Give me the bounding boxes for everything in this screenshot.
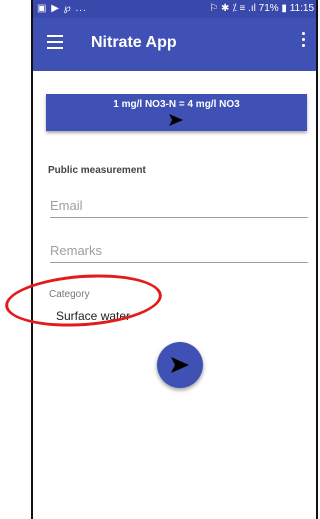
more-vert-icon[interactable] xyxy=(302,32,306,50)
menu-icon[interactable] xyxy=(47,35,63,49)
app-bar: Nitrate App xyxy=(33,18,316,71)
status-bar: ▣ ▶ ℘ ... ⚐ ✱ ⁒ ≡ .ıl 71% ▮ 11:15 xyxy=(33,0,316,18)
conversion-text: 1 mg/l NO3-N = 4 mg/l NO3 xyxy=(113,99,240,110)
remarks-field[interactable] xyxy=(50,242,308,263)
status-icons-left: ▣ ▶ ℘ ... xyxy=(37,3,87,14)
email-input[interactable] xyxy=(50,198,308,218)
status-icons-right: ⚐ ✱ ⁒ ≡ .ıl 71% ▮ 11:15 xyxy=(209,3,314,14)
email-field[interactable] xyxy=(50,197,308,218)
section-title: Public measurement xyxy=(48,165,146,176)
app-title: Nitrate App xyxy=(91,34,177,51)
send-icon xyxy=(171,357,189,373)
arrow-right-icon xyxy=(169,114,183,126)
remarks-input[interactable] xyxy=(50,243,308,263)
phone-screen: ▣ ▶ ℘ ... ⚐ ✱ ⁒ ≡ .ıl 71% ▮ 11:15 Nitrat… xyxy=(31,0,318,519)
conversion-banner[interactable]: 1 mg/l NO3-N = 4 mg/l NO3 xyxy=(46,94,307,131)
send-button[interactable] xyxy=(157,342,203,388)
